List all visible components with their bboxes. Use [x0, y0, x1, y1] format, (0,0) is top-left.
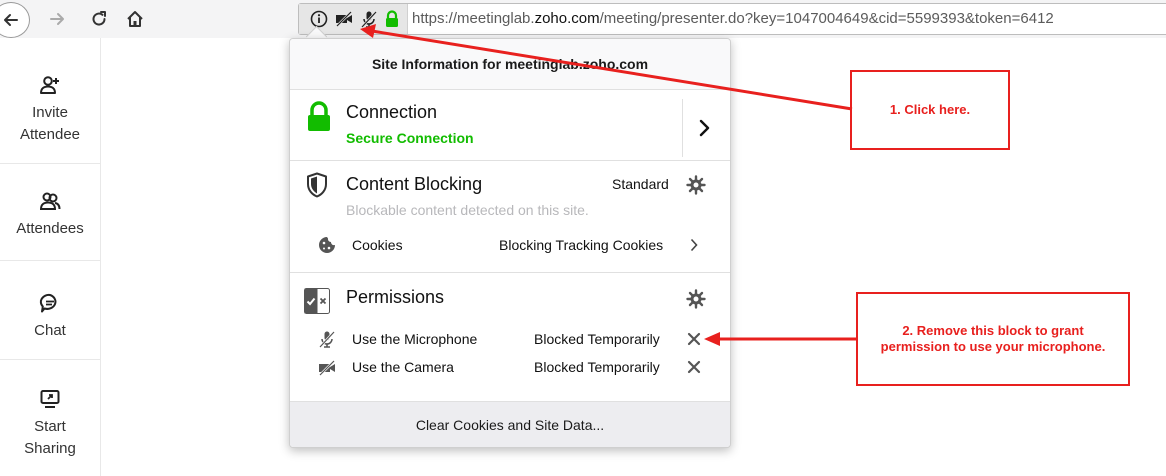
annotation-callout-2-line2: permission to use your microphone. [880, 339, 1106, 354]
shield-icon [307, 172, 327, 198]
connection-status: Secure Connection [346, 130, 474, 146]
reload-button[interactable] [88, 8, 110, 30]
forward-button[interactable] [46, 8, 68, 30]
invite-attendee-label-line2: Attendee [19, 126, 81, 143]
home-button[interactable] [124, 8, 146, 30]
chevron-right-icon [699, 119, 710, 137]
annotation-callout-2-line1: 2. Remove this block to grant [902, 323, 1084, 338]
chat-icon [39, 293, 57, 313]
microphone-permission-label: Use the Microphone [352, 331, 478, 347]
content-blocking-note: Blockable content detected on this site. [346, 202, 589, 218]
start-sharing-label-line2: Sharing [24, 440, 76, 457]
sidebar-divider [0, 359, 100, 360]
back-arrow-icon [4, 14, 18, 26]
annotation-callout-1: 1. Click here. [850, 70, 1010, 150]
connection-title: Connection [346, 102, 438, 122]
microphone-permission-state: Blocked Temporarily [534, 331, 660, 347]
chat-label: Chat [34, 322, 66, 339]
lock-icon [386, 10, 398, 27]
invite-attendee-button[interactable]: Invite Attendee [0, 74, 100, 146]
gear-icon[interactable] [686, 175, 706, 195]
camera-permission-state: Blocked Temporarily [534, 359, 660, 375]
start-sharing-label-line1: Start [34, 418, 66, 435]
chat-button[interactable]: Chat [0, 292, 100, 342]
panel-header: Site Information for meetinglab.zoho.com [290, 39, 730, 90]
url-bar[interactable]: https://meetinglab.zoho.com/meeting/pres… [298, 3, 1166, 35]
muted-microphone-icon[interactable] [360, 10, 378, 28]
attendees-label: Attendees [16, 220, 84, 237]
meeting-sidebar: Invite Attendee Attendees Chat Start Sha… [0, 38, 101, 476]
home-icon [127, 11, 143, 27]
reload-icon [92, 11, 106, 26]
permissions-title: Permissions [346, 287, 445, 307]
remove-microphone-block-close-icon[interactable] [687, 332, 701, 346]
add-person-icon [40, 76, 59, 94]
lock-icon [308, 101, 330, 131]
invite-attendee-label-line1: Invite [32, 104, 68, 121]
browser-toolbar: https://meetinglab.zoho.com/meeting/pres… [0, 0, 1166, 38]
content-blocking-title: Content Blocking [346, 174, 483, 194]
annotation-callout-2: 2. Remove this block to grant permission… [856, 292, 1130, 386]
people-icon [39, 192, 61, 210]
blocked-camera-icon[interactable] [335, 10, 353, 28]
url-text[interactable]: https://meetinglab.zoho.com/meeting/pres… [412, 10, 1054, 27]
chevron-right-icon [690, 238, 698, 252]
sidebar-divider [0, 260, 100, 261]
camera-permission-label: Use the Camera [352, 359, 454, 375]
start-sharing-button[interactable]: Start Sharing [0, 388, 100, 460]
screen-share-icon [40, 390, 60, 408]
content-blocking-mode: Standard [612, 176, 669, 192]
section-divider [290, 160, 730, 161]
cookies-label: Cookies [352, 237, 403, 253]
site-information-panel: Site Information for meetinglab.zoho.com… [289, 38, 731, 448]
muted-microphone-icon [319, 331, 335, 348]
sidebar-divider [0, 163, 100, 164]
connection-details-button[interactable] [684, 99, 728, 157]
gear-icon[interactable] [686, 289, 706, 309]
connection-divider [682, 99, 683, 157]
clear-cookies-button[interactable]: Clear Cookies and Site Data... [290, 401, 730, 447]
annotation-callout-1-text: 1. Click here. [889, 102, 971, 117]
attendees-button[interactable]: Attendees [0, 190, 100, 240]
section-divider [290, 272, 730, 273]
cookies-value: Blocking Tracking Cookies [499, 237, 664, 253]
blocked-camera-icon [319, 360, 335, 376]
cookie-icon [319, 237, 335, 253]
forward-arrow-icon [50, 13, 64, 25]
back-button[interactable] [0, 2, 30, 38]
remove-camera-block-close-icon[interactable] [687, 360, 701, 374]
connection-section[interactable] [290, 90, 682, 160]
permissions-icon [304, 288, 330, 314]
info-icon[interactable] [310, 10, 328, 28]
